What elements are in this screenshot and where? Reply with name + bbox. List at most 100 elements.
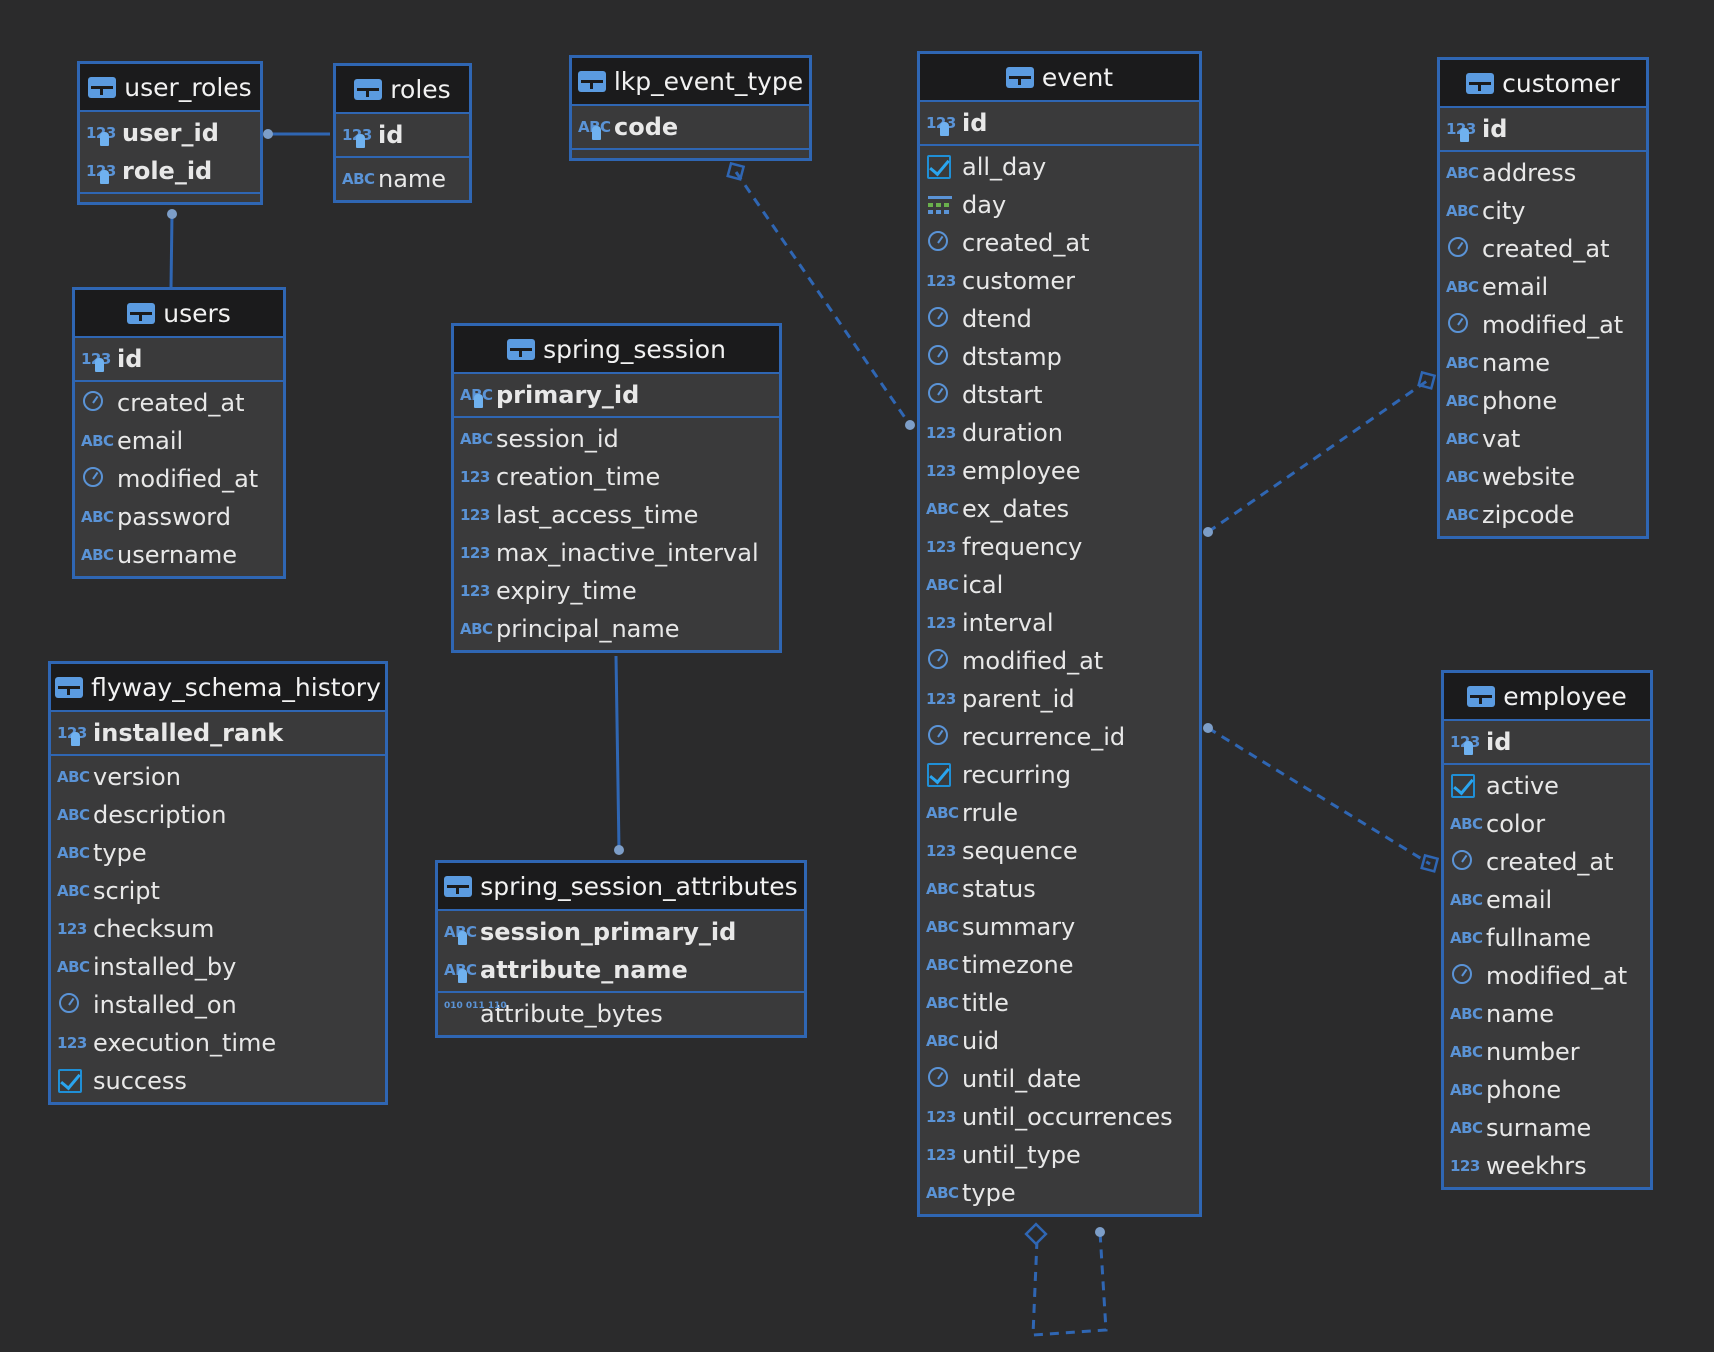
- table-spring_session_attributes[interactable]: spring_session_attributes ABC session_prim…: [435, 860, 807, 1038]
- column-row[interactable]: ABC primary_id: [454, 376, 779, 414]
- column-row[interactable]: created_at: [1444, 843, 1650, 881]
- table-header[interactable]: spring_session: [454, 326, 779, 374]
- column-row[interactable]: ABC username: [75, 536, 283, 574]
- column-row[interactable]: 123 interval: [920, 604, 1199, 642]
- column-row[interactable]: 123 id: [336, 116, 469, 154]
- column-row[interactable]: 123 expiry_time: [454, 572, 779, 610]
- column-row[interactable]: ABC fullname: [1444, 919, 1650, 957]
- column-row[interactable]: installed_on: [51, 986, 385, 1024]
- column-row[interactable]: ABC summary: [920, 908, 1199, 946]
- column-row[interactable]: ABC name: [1444, 995, 1650, 1033]
- column-row[interactable]: ABC rrule: [920, 794, 1199, 832]
- column-row[interactable]: ABC email: [1440, 268, 1646, 306]
- table-customer[interactable]: customer 123 id ABC address ABC city created_at…: [1437, 57, 1649, 539]
- column-row[interactable]: ABC code: [572, 108, 809, 146]
- column-row[interactable]: ABC session_primary_id: [438, 913, 804, 951]
- column-row[interactable]: 123 checksum: [51, 910, 385, 948]
- table-employee[interactable]: employee 123 id active ABC color created_at ABC…: [1441, 670, 1653, 1190]
- column-row[interactable]: until_date: [920, 1060, 1199, 1098]
- column-row[interactable]: ABC address: [1440, 154, 1646, 192]
- table-users[interactable]: users 123 id created_at ABC email modified_at A…: [72, 287, 286, 579]
- column-row[interactable]: ABC email: [75, 422, 283, 460]
- column-row[interactable]: 123 id: [920, 104, 1199, 142]
- column-row[interactable]: ABC phone: [1444, 1071, 1650, 1109]
- column-row[interactable]: created_at: [75, 384, 283, 422]
- table-flyway_schema_history[interactable]: flyway_schema_history 123 installed_rank AB…: [48, 661, 388, 1105]
- table-event[interactable]: event 123 id all_day day created_at 123 custome…: [917, 51, 1202, 1217]
- column-row[interactable]: day: [920, 186, 1199, 224]
- column-row[interactable]: ABC password: [75, 498, 283, 536]
- column-row[interactable]: ABC ex_dates: [920, 490, 1199, 528]
- column-row[interactable]: 123 id: [1440, 110, 1646, 148]
- column-row[interactable]: modified_at: [75, 460, 283, 498]
- column-row[interactable]: created_at: [1440, 230, 1646, 268]
- table-header[interactable]: spring_session_attributes: [438, 863, 804, 911]
- column-row[interactable]: 123 role_id: [80, 152, 260, 190]
- column-row[interactable]: ABC type: [51, 834, 385, 872]
- column-row[interactable]: dtend: [920, 300, 1199, 338]
- relationship-event-employee[interactable]: [1207, 726, 1431, 866]
- table-header[interactable]: employee: [1444, 673, 1650, 721]
- column-row[interactable]: 123 until_occurrences: [920, 1098, 1199, 1136]
- column-row[interactable]: modified_at: [920, 642, 1199, 680]
- column-row[interactable]: 123 parent_id: [920, 680, 1199, 718]
- column-row[interactable]: ABC type: [920, 1174, 1199, 1212]
- table-header[interactable]: event: [920, 54, 1199, 102]
- column-row[interactable]: recurring: [920, 756, 1199, 794]
- column-row[interactable]: ABC website: [1440, 458, 1646, 496]
- column-row[interactable]: dtstamp: [920, 338, 1199, 376]
- column-row[interactable]: ABC vat: [1440, 420, 1646, 458]
- column-row[interactable]: ABC color: [1444, 805, 1650, 843]
- column-row[interactable]: ABC version: [51, 758, 385, 796]
- column-row[interactable]: ABC title: [920, 984, 1199, 1022]
- column-row[interactable]: modified_at: [1444, 957, 1650, 995]
- column-row[interactable]: 123 creation_time: [454, 458, 779, 496]
- table-header[interactable]: user_roles: [80, 64, 260, 112]
- column-row[interactable]: ABC principal_name: [454, 610, 779, 648]
- column-row[interactable]: ABC email: [1444, 881, 1650, 919]
- column-row[interactable]: modified_at: [1440, 306, 1646, 344]
- column-row[interactable]: 123 user_id: [80, 114, 260, 152]
- column-row[interactable]: recurrence_id: [920, 718, 1199, 756]
- column-row[interactable]: ABC name: [336, 160, 469, 198]
- table-header[interactable]: flyway_schema_history: [51, 664, 385, 712]
- column-row[interactable]: 123 duration: [920, 414, 1199, 452]
- column-row[interactable]: 123 sequence: [920, 832, 1199, 870]
- column-row[interactable]: ABC zipcode: [1440, 496, 1646, 534]
- column-row[interactable]: ABC name: [1440, 344, 1646, 382]
- column-row[interactable]: 123 last_access_time: [454, 496, 779, 534]
- column-row[interactable]: 123 weekhrs: [1444, 1147, 1650, 1185]
- column-row[interactable]: 123 installed_rank: [51, 714, 385, 752]
- relationship-event-customer[interactable]: [1207, 379, 1428, 534]
- table-header[interactable]: roles: [336, 66, 469, 114]
- column-row[interactable]: success: [51, 1062, 385, 1100]
- column-row[interactable]: ABC timezone: [920, 946, 1199, 984]
- column-row[interactable]: ABC session_id: [454, 420, 779, 458]
- column-row[interactable]: 123 max_inactive_interval: [454, 534, 779, 572]
- table-header[interactable]: lkp_event_type: [572, 58, 809, 106]
- column-row[interactable]: created_at: [920, 224, 1199, 262]
- column-row[interactable]: ABC description: [51, 796, 385, 834]
- column-row[interactable]: all_day: [920, 148, 1199, 186]
- column-row[interactable]: ABC phone: [1440, 382, 1646, 420]
- column-row[interactable]: ABC script: [51, 872, 385, 910]
- column-row[interactable]: ABC surname: [1444, 1109, 1650, 1147]
- table-header[interactable]: users: [75, 290, 283, 338]
- column-row[interactable]: 123 frequency: [920, 528, 1199, 566]
- column-row[interactable]: ABC city: [1440, 192, 1646, 230]
- table-spring_session[interactable]: spring_session ABC primary_id ABC session_id…: [451, 323, 782, 653]
- column-row[interactable]: 123 execution_time: [51, 1024, 385, 1062]
- column-row[interactable]: active: [1444, 767, 1650, 805]
- table-lkp_event_type[interactable]: lkp_event_type ABC code: [569, 55, 812, 161]
- column-row[interactable]: 123 until_type: [920, 1136, 1199, 1174]
- column-row[interactable]: dtstart: [920, 376, 1199, 414]
- relationship-spring_session-attributes[interactable]: [614, 655, 621, 851]
- column-row[interactable]: ABC uid: [920, 1022, 1199, 1060]
- table-header[interactable]: customer: [1440, 60, 1646, 108]
- relationship-event-self[interactable]: [1031, 1231, 1108, 1337]
- column-row[interactable]: ABC installed_by: [51, 948, 385, 986]
- column-row[interactable]: ABC number: [1444, 1033, 1650, 1071]
- column-row[interactable]: ABC status: [920, 870, 1199, 908]
- column-row[interactable]: 010 011 110 attribute_bytes: [438, 995, 804, 1033]
- column-row[interactable]: 123 customer: [920, 262, 1199, 300]
